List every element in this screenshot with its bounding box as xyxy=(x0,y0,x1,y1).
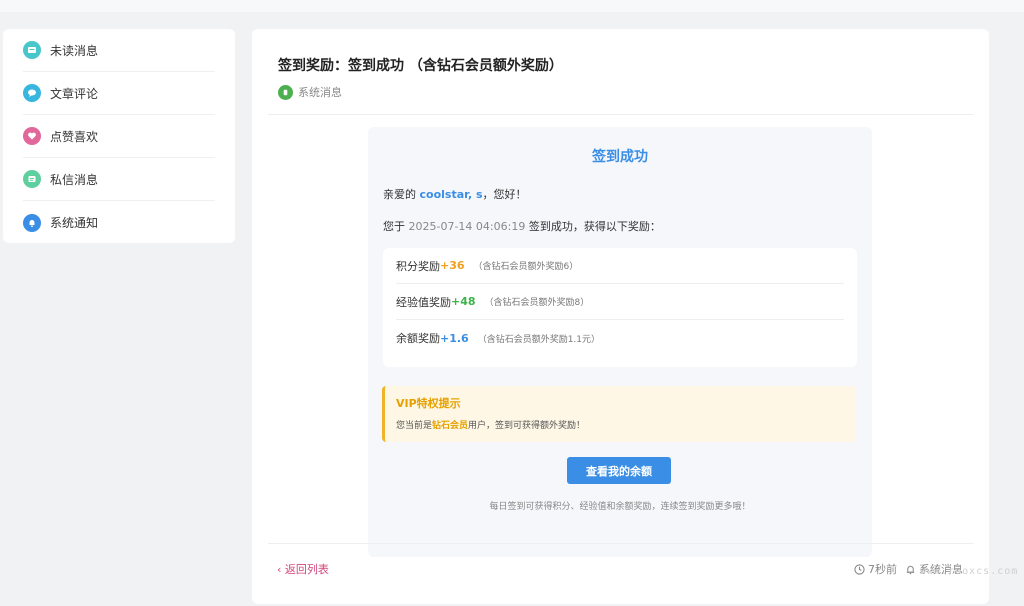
reward-note: （含钻石会员额外奖励1.1元） xyxy=(477,334,601,345)
clock-icon xyxy=(854,563,865,575)
reward-label: 积分奖励 xyxy=(396,259,440,273)
mail-footer-note: 每日签到可获得积分、经验值和余额奖励，连续签到奖励更多哦！ xyxy=(489,502,751,512)
message-sidebar: 未读消息 文章评论 点赞喜欢 私信消息 系统通知 xyxy=(3,29,235,243)
checkin-date: 2025-07-14 04:06:19 xyxy=(408,220,526,233)
header-divider xyxy=(268,114,973,115)
message-category: 系统消息 xyxy=(278,84,342,100)
reward-row-balance: 余额奖励 +1.6 （含钻石会员额外奖励1.1元） xyxy=(396,320,844,356)
sidebar-item-label: 私信消息 xyxy=(50,172,99,187)
bell-outline-icon xyxy=(906,565,915,574)
sidebar-item-comments[interactable]: 文章评论 xyxy=(23,72,215,115)
greeting-suffix: ，您好！ xyxy=(482,188,527,201)
reward-note: （含钻石会员额外奖励8） xyxy=(484,298,590,308)
top-bar xyxy=(0,0,1024,12)
unread-message-icon xyxy=(23,41,41,59)
greeting-prefix: 亲爱的 xyxy=(383,188,420,201)
vip-tip-title: VIP特权提示 xyxy=(396,397,461,410)
vip-tip: VIP特权提示 您当前是钻石会员用户，签到可获得额外奖励！ xyxy=(382,386,856,442)
system-message-icon xyxy=(278,84,293,100)
sidebar-item-label: 系统通知 xyxy=(50,216,99,230)
watermark: www.rooxcs.com xyxy=(920,566,1019,577)
sidebar-item-label: 点赞喜欢 xyxy=(50,129,99,144)
sidebar-item-likes[interactable]: 点赞喜欢 xyxy=(23,115,215,158)
checkin-prefix: 您于 xyxy=(383,220,409,233)
reward-value: +36 xyxy=(440,259,465,272)
footer-divider xyxy=(268,543,973,544)
mail-heading: 签到成功 xyxy=(592,149,648,165)
reward-note: （含钻石会员额外奖励6） xyxy=(473,262,579,272)
sidebar-item-label: 文章评论 xyxy=(50,86,99,101)
reward-value: +48 xyxy=(451,295,476,308)
sidebar-item-unread[interactable]: 未读消息 xyxy=(23,29,215,72)
greeting: 亲爱的 coolstar, s，您好！ xyxy=(383,186,527,202)
vip-prefix: 您当前是 xyxy=(396,421,433,431)
message-detail-card: 签到奖励：签到成功 （含钻石会员额外奖励） 系统消息 签到成功 亲爱的 cool… xyxy=(252,29,989,604)
checkin-line: 您于 2025-07-14 04:06:19 签到成功，获得以下奖励： xyxy=(383,218,661,234)
message-time: 7秒前 xyxy=(868,563,897,576)
category-label: 系统消息 xyxy=(298,86,342,99)
reward-label: 余额奖励 xyxy=(396,332,440,345)
heart-icon xyxy=(23,127,41,145)
sidebar-item-system-notice[interactable]: 系统通知 xyxy=(23,201,215,244)
username: coolstar, s xyxy=(419,188,483,201)
sidebar-item-private-messages[interactable]: 私信消息 xyxy=(23,158,215,201)
reward-row-points: 积分奖励 +36 （含钻石会员额外奖励6） xyxy=(396,248,844,284)
vip-level: 钻石会员 xyxy=(432,421,469,431)
checkin-suffix: 签到成功，获得以下奖励： xyxy=(525,220,661,233)
vip-suffix: 用户，签到可获得额外奖励！ xyxy=(468,421,586,431)
bell-icon xyxy=(23,213,41,232)
rewards-list: 积分奖励 +36 （含钻石会员额外奖励6） 经验值奖励 +48 （含钻石会员额外… xyxy=(383,248,857,367)
back-to-list-link[interactable]: ‹ 返回列表 xyxy=(277,561,329,577)
reward-label: 经验值奖励 xyxy=(396,295,451,309)
comment-icon xyxy=(23,84,41,102)
view-balance-button[interactable]: 查看我的余额 xyxy=(567,457,671,484)
reward-row-exp: 经验值奖励 +48 （含钻石会员额外奖励8） xyxy=(396,284,844,320)
private-message-icon xyxy=(23,170,41,188)
mail-body: 签到成功 亲爱的 coolstar, s，您好！ 您于 2025-07-14 0… xyxy=(368,127,872,557)
message-title: 签到奖励：签到成功 （含钻石会员额外奖励） xyxy=(278,58,563,74)
sidebar-item-label: 未读消息 xyxy=(50,43,99,58)
reward-value: +1.6 xyxy=(440,331,469,345)
vip-tip-text: 您当前是钻石会员用户，签到可获得额外奖励！ xyxy=(396,418,845,431)
